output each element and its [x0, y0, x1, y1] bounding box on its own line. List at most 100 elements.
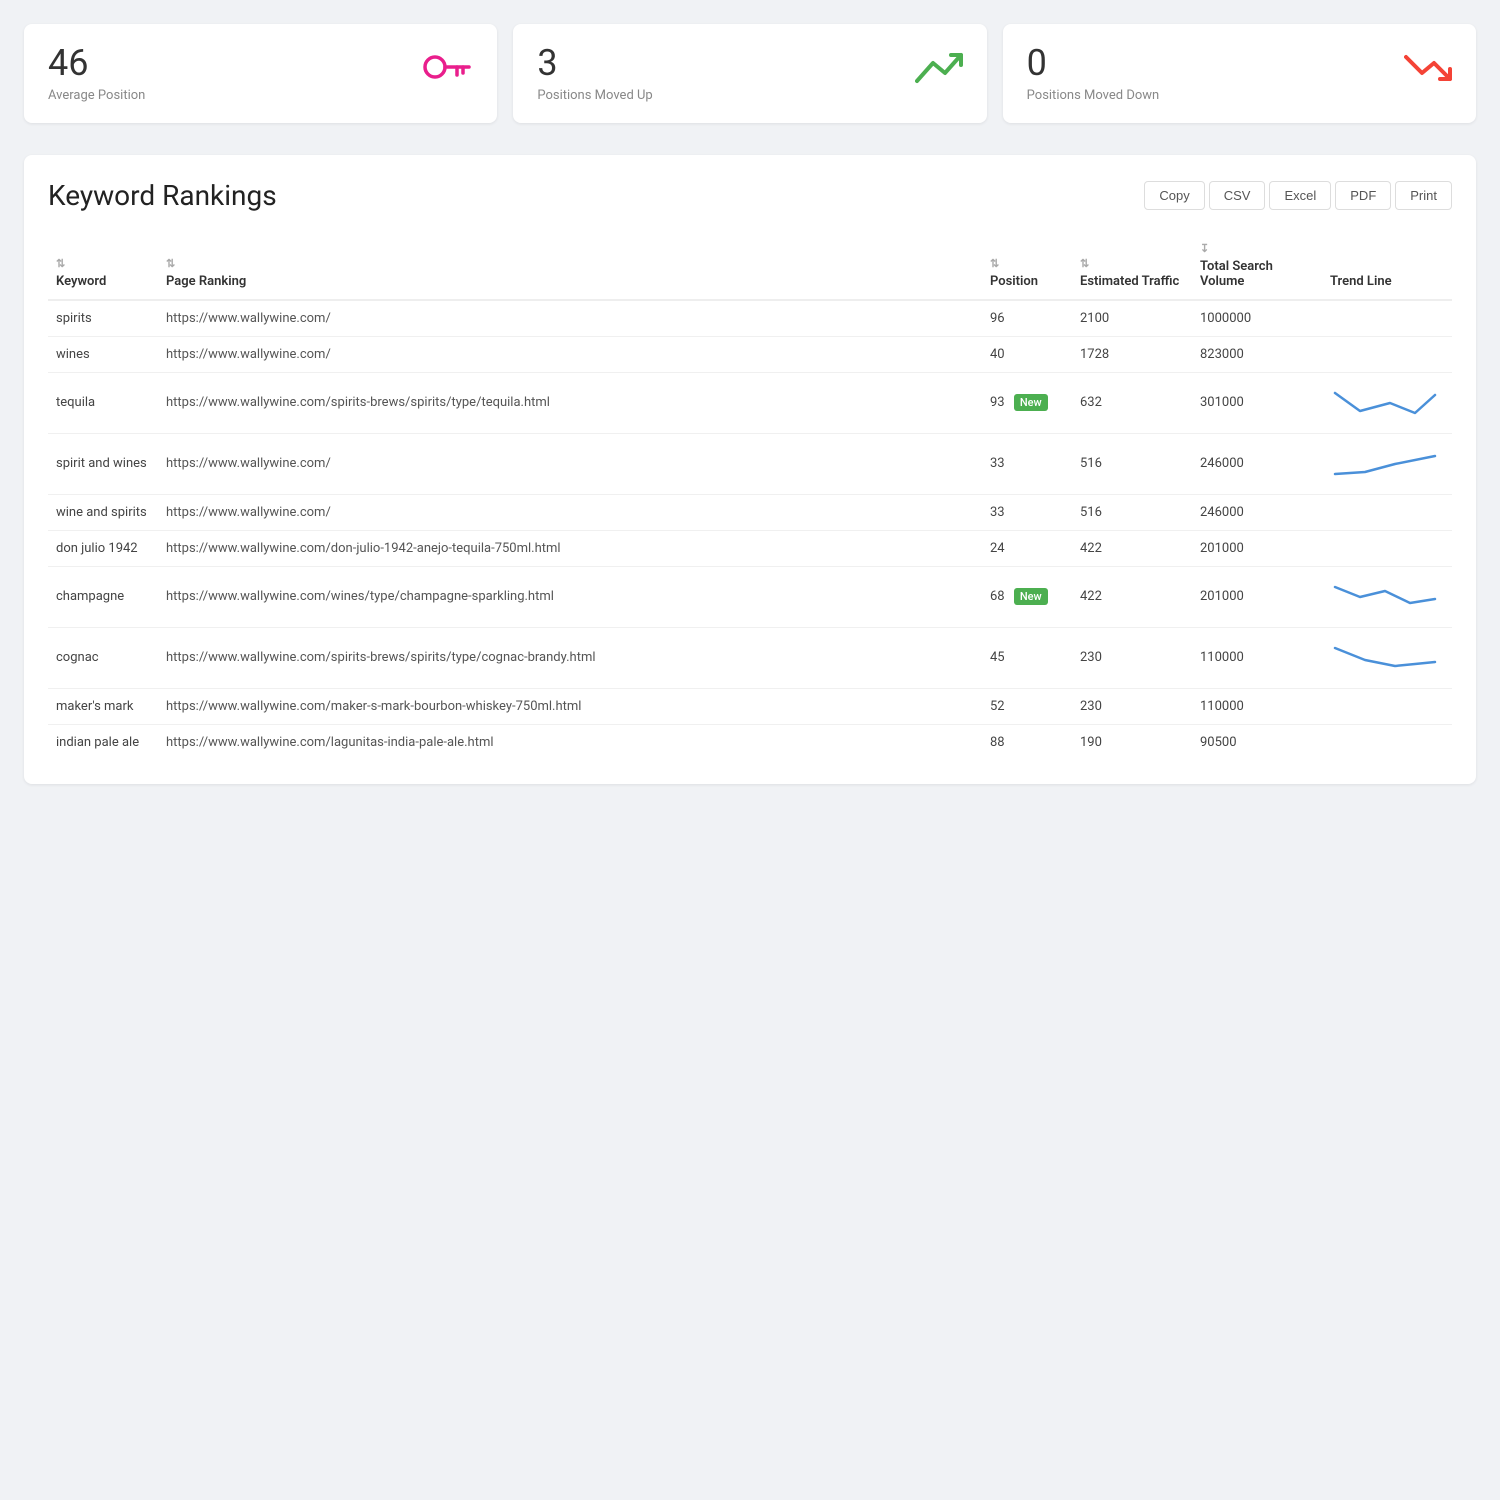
cell-trend	[1322, 724, 1452, 760]
cell-traffic: 516	[1072, 433, 1192, 494]
avg-position-value: 46	[48, 44, 145, 84]
positions-down-card: 0 Positions Moved Down	[1003, 24, 1476, 123]
sort-icon-volume: ↧	[1200, 242, 1314, 255]
cell-keyword: spirits	[48, 300, 158, 337]
col-header-page-ranking: ⇅ Page Ranking	[158, 232, 982, 300]
cell-page-ranking: https://www.wallywine.com/wines/type/cha…	[158, 566, 982, 627]
cell-volume: 90500	[1192, 724, 1322, 760]
csv-button[interactable]: CSV	[1209, 181, 1266, 210]
cell-traffic: 422	[1072, 566, 1192, 627]
cell-position: 33	[982, 494, 1072, 530]
arrow-down-icon	[1404, 51, 1452, 95]
cell-position: 88	[982, 724, 1072, 760]
cell-traffic: 230	[1072, 688, 1192, 724]
table-header: ⇅ Keyword ⇅ Page Ranking ⇅ Position ⇅ Es…	[48, 232, 1452, 300]
cell-position: 52	[982, 688, 1072, 724]
export-buttons-group: Copy CSV Excel PDF Print	[1144, 181, 1452, 210]
cell-page-ranking: https://www.wallywine.com/	[158, 336, 982, 372]
cell-page-ranking: https://www.wallywine.com/don-julio-1942…	[158, 530, 982, 566]
table-row: spirit and wines https://www.wallywine.c…	[48, 433, 1452, 494]
positions-down-label: Positions Moved Down	[1027, 88, 1160, 103]
cell-volume: 201000	[1192, 566, 1322, 627]
table-row: maker's mark https://www.wallywine.com/m…	[48, 688, 1452, 724]
cell-position: 40	[982, 336, 1072, 372]
col-header-keyword: ⇅ Keyword	[48, 232, 158, 300]
table-row: wine and spirits https://www.wallywine.c…	[48, 494, 1452, 530]
avg-position-label: Average Position	[48, 88, 145, 103]
cell-trend	[1322, 433, 1452, 494]
cell-position: 24	[982, 530, 1072, 566]
table-row: don julio 1942 https://www.wallywine.com…	[48, 530, 1452, 566]
cell-keyword: spirit and wines	[48, 433, 158, 494]
cell-traffic: 190	[1072, 724, 1192, 760]
cell-keyword: champagne	[48, 566, 158, 627]
cell-page-ranking: https://www.wallywine.com/maker-s-mark-b…	[158, 688, 982, 724]
cell-trend	[1322, 300, 1452, 337]
cell-position: 68 New	[982, 566, 1072, 627]
table-row: cognac https://www.wallywine.com/spirits…	[48, 627, 1452, 688]
cell-volume: 110000	[1192, 627, 1322, 688]
col-header-trend: Trend Line	[1322, 232, 1452, 300]
cell-traffic: 1728	[1072, 336, 1192, 372]
table-row: indian pale ale https://www.wallywine.co…	[48, 724, 1452, 760]
cell-volume: 246000	[1192, 494, 1322, 530]
key-icon	[423, 52, 473, 94]
new-badge: New	[1014, 588, 1048, 605]
cell-traffic: 632	[1072, 372, 1192, 433]
cell-keyword: maker's mark	[48, 688, 158, 724]
positions-up-card: 3 Positions Moved Up	[513, 24, 986, 123]
cell-keyword: indian pale ale	[48, 724, 158, 760]
cell-keyword: tequila	[48, 372, 158, 433]
col-header-position: ⇅ Position	[982, 232, 1072, 300]
pdf-button[interactable]: PDF	[1335, 181, 1391, 210]
table-row: tequila https://www.wallywine.com/spirit…	[48, 372, 1452, 433]
sort-icon-page: ⇅	[166, 257, 974, 270]
cell-traffic: 2100	[1072, 300, 1192, 337]
sort-icon-keyword: ⇅	[56, 257, 150, 270]
new-badge: New	[1014, 394, 1048, 411]
table-header-row: Keyword Rankings Copy CSV Excel PDF Prin…	[48, 179, 1452, 212]
cell-volume: 1000000	[1192, 300, 1322, 337]
cell-trend	[1322, 627, 1452, 688]
cell-trend	[1322, 336, 1452, 372]
cell-position: 45	[982, 627, 1072, 688]
cell-keyword: cognac	[48, 627, 158, 688]
cell-trend	[1322, 494, 1452, 530]
cell-page-ranking: https://www.wallywine.com/spirits-brews/…	[158, 372, 982, 433]
table-title: Keyword Rankings	[48, 179, 277, 212]
cell-volume: 823000	[1192, 336, 1322, 372]
cell-volume: 246000	[1192, 433, 1322, 494]
excel-button[interactable]: Excel	[1269, 181, 1331, 210]
cell-traffic: 230	[1072, 627, 1192, 688]
sort-icon-traffic: ⇅	[1080, 257, 1184, 270]
stats-section: 46 Average Position 3 Positions Moved Up	[0, 0, 1500, 139]
cell-page-ranking: https://www.wallywine.com/lagunitas-indi…	[158, 724, 982, 760]
col-header-traffic: ⇅ Estimated Traffic	[1072, 232, 1192, 300]
cell-traffic: 516	[1072, 494, 1192, 530]
cell-volume: 201000	[1192, 530, 1322, 566]
print-button[interactable]: Print	[1395, 181, 1452, 210]
cell-keyword: wines	[48, 336, 158, 372]
cell-position: 96	[982, 300, 1072, 337]
cell-trend	[1322, 566, 1452, 627]
sort-icon-position: ⇅	[990, 257, 1064, 270]
positions-down-value: 0	[1027, 44, 1160, 84]
cell-position: 93 New	[982, 372, 1072, 433]
table-row: wines https://www.wallywine.com/ 40 1728…	[48, 336, 1452, 372]
rankings-table: ⇅ Keyword ⇅ Page Ranking ⇅ Position ⇅ Es…	[48, 232, 1452, 760]
avg-position-card: 46 Average Position	[24, 24, 497, 123]
cell-volume: 301000	[1192, 372, 1322, 433]
cell-trend	[1322, 530, 1452, 566]
cell-keyword: wine and spirits	[48, 494, 158, 530]
cell-page-ranking: https://www.wallywine.com/spirits-brews/…	[158, 627, 982, 688]
cell-page-ranking: https://www.wallywine.com/	[158, 433, 982, 494]
cell-page-ranking: https://www.wallywine.com/	[158, 300, 982, 337]
table-row: champagne https://www.wallywine.com/wine…	[48, 566, 1452, 627]
cell-trend	[1322, 372, 1452, 433]
cell-volume: 110000	[1192, 688, 1322, 724]
cell-traffic: 422	[1072, 530, 1192, 566]
positions-up-label: Positions Moved Up	[537, 88, 652, 103]
arrow-up-icon	[915, 51, 963, 95]
copy-button[interactable]: Copy	[1144, 181, 1204, 210]
main-content: Keyword Rankings Copy CSV Excel PDF Prin…	[24, 155, 1476, 784]
